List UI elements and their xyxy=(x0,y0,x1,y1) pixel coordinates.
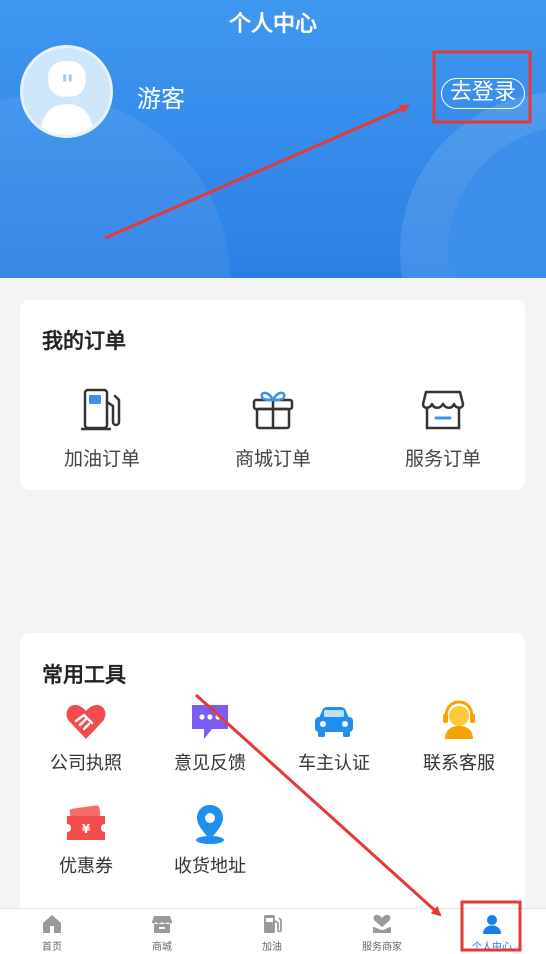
tools-title: 常用工具 xyxy=(42,663,126,687)
fuel-pump-icon xyxy=(81,388,121,431)
tool-label: 收货地址 xyxy=(174,856,246,877)
tab-label: 商城 xyxy=(152,942,172,953)
tab-service-merchants[interactable]: 服务商家 xyxy=(337,913,427,953)
avatar[interactable] xyxy=(20,45,113,138)
tool-customer-service[interactable]: 联系客服 xyxy=(404,699,514,775)
tool-shipping-address[interactable]: 收货地址 xyxy=(155,802,265,878)
tool-feedback[interactable]: 意见反馈 xyxy=(155,699,265,775)
tab-label: 服务商家 xyxy=(362,942,402,953)
tool-company-license[interactable]: 公司执照 xyxy=(31,699,141,775)
tool-coupons[interactable]: ¥ 优惠券 xyxy=(31,802,141,878)
orders-title: 我的订单 xyxy=(42,329,126,353)
order-label: 服务订单 xyxy=(404,448,481,470)
handshake-icon xyxy=(66,705,106,739)
profile-header: 个人中心 游客 去登录 xyxy=(0,0,546,278)
my-orders-card: 我的订单 加油订单 商城订单 服务订单 xyxy=(20,300,525,490)
headset-icon xyxy=(443,700,475,739)
car-icon xyxy=(315,707,353,737)
tool-label: 车主认证 xyxy=(298,753,370,774)
tab-mall[interactable]: 商城 xyxy=(117,913,207,953)
tab-label: 首页 xyxy=(42,942,62,953)
login-button[interactable]: 去登录 xyxy=(441,78,525,109)
order-label: 商城订单 xyxy=(234,448,311,470)
username: 游客 xyxy=(137,85,185,113)
tool-label: 联系客服 xyxy=(423,753,495,774)
fuel-pump-icon xyxy=(264,915,282,933)
location-pin-icon xyxy=(196,805,224,844)
tool-owner-certification[interactable]: 车主认证 xyxy=(279,699,389,775)
tab-label: 个人中心 xyxy=(472,942,512,953)
robot-avatar-icon xyxy=(39,61,95,135)
order-fuel[interactable]: 加油订单 xyxy=(42,384,162,471)
shop-icon xyxy=(421,390,465,430)
svg-text:¥: ¥ xyxy=(82,822,91,836)
gift-icon xyxy=(252,391,294,430)
coupon-icon: ¥ xyxy=(67,805,105,840)
person-icon xyxy=(483,915,501,934)
tool-label: 意见反馈 xyxy=(174,753,246,774)
order-mall[interactable]: 商城订单 xyxy=(213,384,333,471)
heart-hand-icon xyxy=(373,914,391,933)
page-title: 个人中心 xyxy=(228,12,317,37)
bottom-tab-bar: 首页 商城 加油 服务商家 个人中心 xyxy=(0,908,546,954)
tool-label: 公司执照 xyxy=(50,753,122,774)
tab-home[interactable]: 首页 xyxy=(7,913,97,953)
order-label: 加油订单 xyxy=(63,448,140,470)
tool-label: 优惠券 xyxy=(59,856,113,877)
tab-refuel[interactable]: 加油 xyxy=(227,913,317,953)
home-icon xyxy=(43,915,61,933)
common-tools-card: 常用工具 公司执照 意见反馈 车主认证 联系客服 ¥ 优惠券 收货地址 xyxy=(20,633,525,923)
chat-bubble-icon xyxy=(192,705,228,739)
tab-label: 加油 xyxy=(262,942,282,953)
store-icon xyxy=(152,916,172,933)
tab-profile[interactable]: 个人中心 xyxy=(447,913,537,953)
order-service[interactable]: 服务订单 xyxy=(383,384,503,471)
